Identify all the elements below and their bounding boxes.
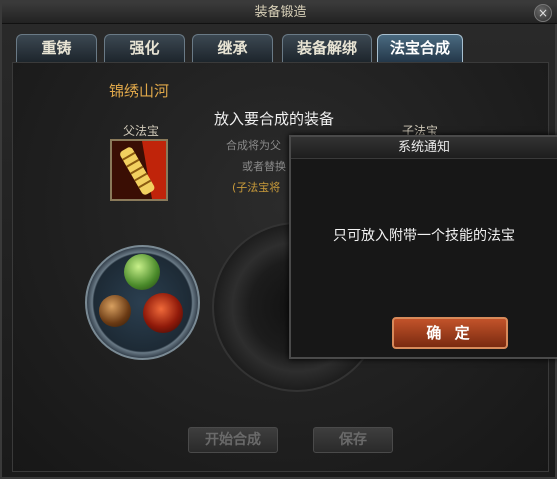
hint-line-2: 或者替换 [242, 160, 286, 173]
close-icon: × [537, 6, 549, 20]
save-button[interactable]: 保存 [313, 427, 393, 453]
parent-treasure-slot[interactable] [110, 139, 168, 201]
forge-window: 装备锻造 × 重铸 强化 继承 装备解绑 法宝合成 锦绣山河 放入要合成的装备 … [0, 0, 557, 479]
system-notice-dialog: 系统通知 只可放入附带一个技能的法宝 确 定 [289, 135, 557, 359]
tab-inherit[interactable]: 继承 [192, 34, 273, 62]
red-orb-icon [143, 293, 183, 333]
parent-treasure-label: 父法宝 [123, 124, 160, 138]
tab-unbind[interactable]: 装备解绑 [282, 34, 372, 62]
tab-enhance[interactable]: 强化 [104, 34, 185, 62]
tab-recast[interactable]: 重铸 [16, 34, 97, 62]
green-orb-icon [124, 254, 160, 290]
confirm-button[interactable]: 确 定 [392, 317, 508, 349]
brown-orb-icon [99, 295, 131, 327]
window-title: 装备锻造 [254, 5, 307, 20]
window-titlebar: 装备锻造 [2, 2, 557, 24]
hint-line-1: 合成将为父 [226, 139, 281, 152]
close-button[interactable]: × [534, 4, 552, 22]
item-name: 锦绣山河 [109, 82, 170, 100]
prompt-title: 放入要合成的装备 [214, 110, 335, 128]
dialog-message: 只可放入附带一个技能的法宝 [333, 228, 515, 244]
dialog-title: 系统通知 [397, 140, 450, 155]
hint-line-3: (子法宝将 [232, 181, 281, 194]
dialog-titlebar: 系统通知 [291, 137, 557, 159]
gem-dial [85, 245, 200, 360]
start-synthesis-button[interactable]: 开始合成 [188, 427, 278, 453]
tab-treasure-synthesis[interactable]: 法宝合成 [377, 34, 463, 62]
treasure-scroll-icon [112, 141, 166, 199]
